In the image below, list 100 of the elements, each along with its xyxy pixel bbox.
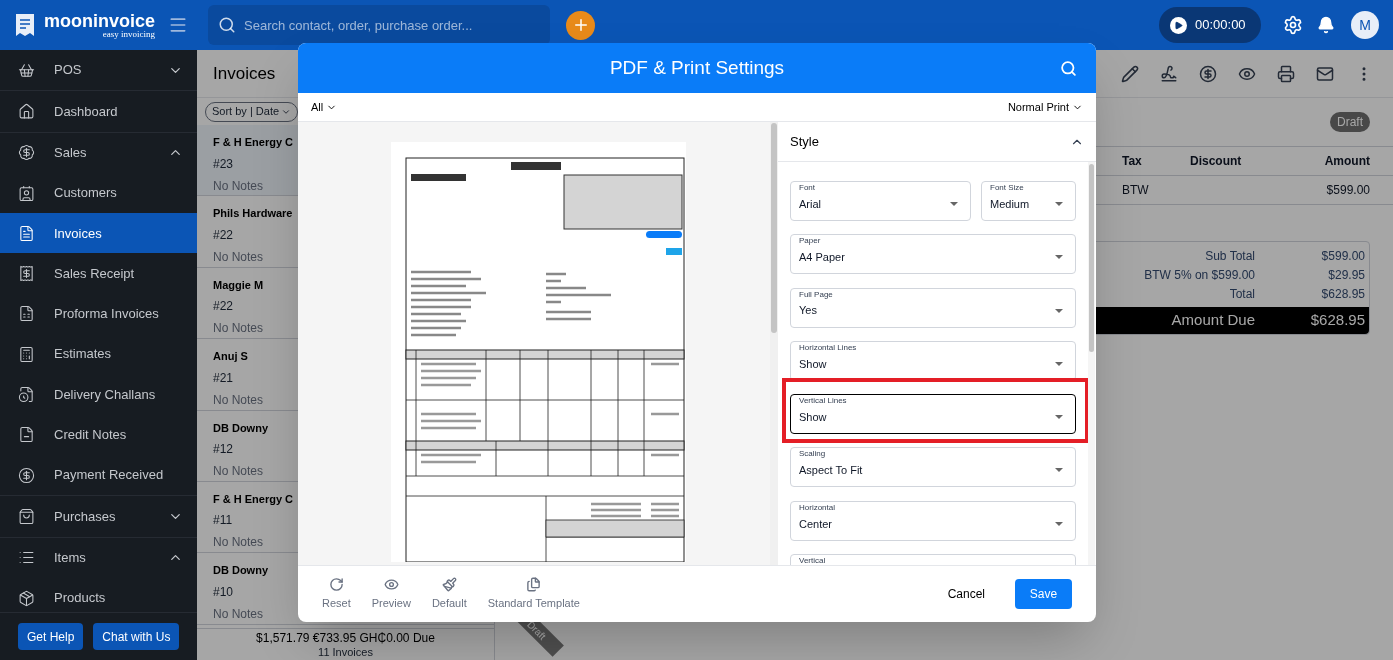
bell-icon[interactable] [1317,16,1335,34]
select-field[interactable]: Scaling Aspect To Fit [790,447,1076,488]
settings-icon[interactable] [1283,15,1303,35]
field-label: Font Size [988,183,1026,193]
invoice-count: 11 Invoices [318,645,373,659]
sidebar-group[interactable]: Sales [0,132,197,173]
menu-icon[interactable] [168,15,188,35]
invoice-number: #10 [213,583,234,601]
sidebar-group[interactable]: POS [0,50,197,91]
field-value: Aspect To Fit [799,463,864,479]
logo-name: mooninvoice [44,11,155,30]
invoice-number: #23 [213,155,234,173]
logo-icon [14,13,36,37]
invoice-notes: No Notes [213,248,264,266]
dropdown-caret-icon [1055,308,1063,313]
dropdown-caret-icon [1055,255,1063,260]
invoice-notes: No Notes [213,605,264,623]
spreadsheet-icon [18,305,35,323]
invoice-number: #21 [213,369,234,387]
eye-icon [383,576,399,592]
sidebar-group[interactable]: Purchases [0,496,197,537]
signature-icon[interactable] [1160,64,1178,83]
document-clock-icon [18,386,35,403]
total-value: $29.95 [1327,266,1365,284]
sidebar-item[interactable]: Dashboard [0,91,197,132]
mail-icon[interactable] [1316,64,1334,83]
help-button[interactable]: Get Help [18,623,84,650]
document-minus-icon [18,426,35,444]
field-label: Full Page [797,289,835,300]
customer-name: Phils Hardware [213,206,293,222]
total-label: Total [1228,285,1255,303]
print-mode-dropdown[interactable]: Normal Print [1007,98,1083,116]
printer-icon[interactable] [1277,64,1295,83]
sidebar-item[interactable]: Proforma Invoices [0,293,197,335]
cancel-button[interactable]: Cancel [941,585,991,603]
receipt-icon [18,265,35,283]
save-button[interactable]: Save [1015,579,1072,609]
filter-dropdown[interactable]: All [311,98,338,116]
customer-name: F & H Energy C [213,491,294,507]
add-button[interactable] [566,10,595,40]
sidebar-item[interactable]: Invoices [0,213,197,254]
dropdown-caret-icon [1055,468,1063,473]
search-field[interactable]: Search contact, order, purchase order... [208,5,550,45]
select-field[interactable]: Paper A4 Paper [790,234,1076,275]
search-icon[interactable] [1060,60,1077,77]
customer-name: Maggie M [213,277,264,293]
customer-name: DB Downy [213,563,268,579]
toolbar-button[interactable]: Default [431,576,467,612]
invoice-number: #22 [213,226,234,244]
due-totals: $1,571.79 €733.95 GH₵0.00 Due [256,630,435,646]
select-field[interactable]: Full Page Yes [790,287,1076,328]
search-icon [218,16,236,34]
select-field[interactable]: Font Size Medium [981,181,1076,221]
invoice-number: #11 [213,512,233,530]
status-badge: Draft [1330,112,1370,132]
pencil-icon[interactable] [1121,64,1139,83]
field-label: Horizontal [797,502,837,513]
customer-name: F & H Energy C [213,135,294,150]
sidebar-item[interactable]: Credit Notes [0,414,197,455]
select-field[interactable]: Vertical Lines Show [790,394,1076,435]
dollar-circle-icon[interactable] [1199,64,1217,83]
sidebar-item[interactable]: Payment Received [0,454,197,496]
field-value: Yes [799,303,818,319]
field-value: Show [799,356,828,372]
field-value: Arial [799,196,822,212]
select-field[interactable]: Horizontal Lines Show [790,340,1076,381]
field-label: Scaling [797,449,828,460]
timer[interactable]: 00:00:00 [1159,7,1261,43]
toolbar-button[interactable]: Preview [371,576,411,612]
select-field[interactable]: Font Arial [790,181,971,221]
calculator-icon [18,345,35,363]
field-label: Paper [797,236,823,247]
table-cell-text: BTW [1122,182,1150,199]
package-icon [18,589,35,607]
sidebar-item[interactable]: Customers [0,172,197,214]
dropdown-caret-icon [950,202,958,206]
shopping-bag-icon [18,507,35,525]
toolbar-button[interactable]: Reset [322,576,351,612]
dropdown-caret-icon [1055,521,1063,526]
select-field[interactable]: Horizontal Center [790,500,1076,541]
invoice-notes: No Notes [213,320,264,338]
sidebar-item[interactable]: Sales Receipt [0,253,197,294]
invoice-notes: No Notes [213,534,264,552]
field-value: Center [799,516,834,532]
dollar-badge-icon [18,144,35,162]
total-value: $599.00 [1320,247,1365,265]
sidebar-item[interactable]: Products [0,577,197,612]
sidebar-item[interactable]: Delivery Challans [0,374,197,415]
user-avatar[interactable]: M [1351,11,1379,39]
paintbrush-icon [441,576,457,592]
chat-button[interactable]: Chat with Us [93,623,180,650]
sidebar-item[interactable]: Estimates [0,334,197,375]
basket-icon [18,61,35,79]
invoice-notes: No Notes [213,177,264,195]
section-header[interactable]: Style [778,122,1096,162]
column-header: Amount [1323,153,1370,170]
sidebar-group[interactable]: Items [0,537,197,578]
field-label: Font [797,183,817,193]
contact-book-icon [18,184,35,202]
total-label: Sub Total [1204,247,1255,265]
